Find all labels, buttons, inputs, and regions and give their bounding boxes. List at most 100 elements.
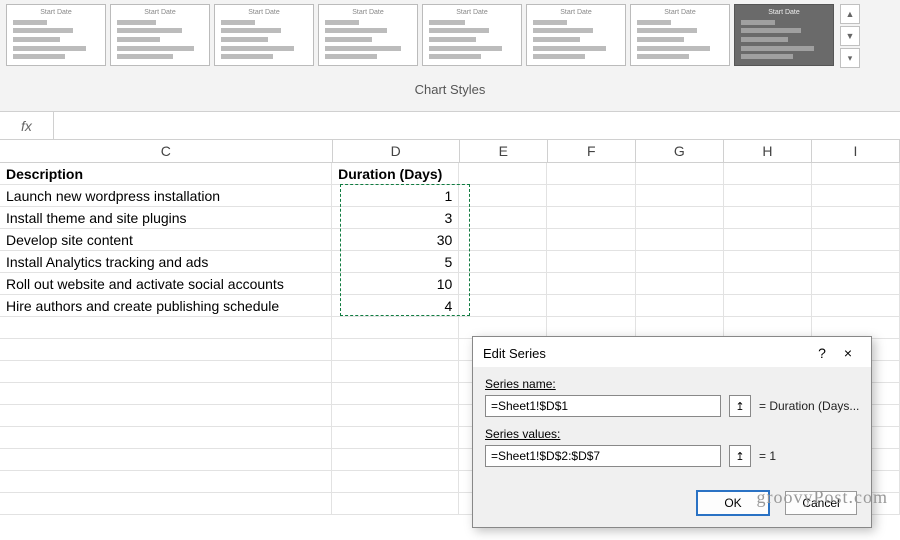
cell[interactable] — [0, 449, 332, 471]
collapse-dialog-icon[interactable]: ↥ — [729, 445, 751, 467]
thumb-title: Start Date — [221, 9, 307, 16]
col-header[interactable]: F — [548, 140, 636, 162]
cell[interactable] — [547, 163, 635, 185]
cell[interactable] — [812, 185, 900, 207]
chart-style-thumb[interactable]: Start Date — [422, 4, 522, 66]
cell[interactable] — [547, 207, 635, 229]
cell[interactable] — [459, 295, 547, 317]
cell[interactable] — [0, 317, 332, 339]
cell[interactable] — [0, 339, 332, 361]
cell[interactable] — [547, 295, 635, 317]
cell[interactable] — [0, 383, 332, 405]
series-name-preview: = Duration (Days... — [759, 399, 859, 413]
chart-style-thumb[interactable]: Start Date — [630, 4, 730, 66]
cell[interactable] — [459, 229, 547, 251]
col-header[interactable]: E — [460, 140, 548, 162]
cell[interactable] — [332, 317, 459, 339]
cell[interactable] — [724, 273, 812, 295]
cell[interactable] — [724, 163, 812, 185]
help-icon[interactable]: ? — [809, 345, 835, 361]
chart-style-thumb[interactable]: Start Date — [214, 4, 314, 66]
cell[interactable] — [332, 361, 459, 383]
chart-style-thumb[interactable]: Start Date — [6, 4, 106, 66]
col-header[interactable]: C — [0, 140, 333, 162]
cell[interactable] — [459, 185, 547, 207]
cell[interactable] — [636, 229, 724, 251]
scroll-more-icon[interactable]: ▾ — [840, 48, 860, 68]
collapse-dialog-icon[interactable]: ↥ — [729, 395, 751, 417]
cell[interactable] — [0, 361, 332, 383]
cancel-button[interactable]: Cancel — [785, 491, 857, 515]
cell[interactable] — [459, 273, 547, 295]
cell[interactable] — [812, 207, 900, 229]
cell[interactable] — [636, 163, 724, 185]
cell[interactable] — [724, 229, 812, 251]
header-cell[interactable]: Duration (Days) — [332, 163, 459, 185]
cell[interactable] — [332, 405, 459, 427]
cell[interactable] — [332, 449, 459, 471]
scroll-up-icon[interactable]: ▲ — [840, 4, 860, 24]
cell[interactable]: 3 — [332, 207, 459, 229]
scroll-down-icon[interactable]: ▼ — [840, 26, 860, 46]
cell[interactable] — [812, 251, 900, 273]
cell[interactable] — [724, 207, 812, 229]
cell[interactable]: 5 — [332, 251, 459, 273]
cell[interactable] — [547, 273, 635, 295]
cell[interactable] — [459, 207, 547, 229]
col-header[interactable]: H — [724, 140, 812, 162]
thumb-title: Start Date — [637, 9, 723, 16]
cell[interactable] — [547, 229, 635, 251]
thumb-title: Start Date — [429, 9, 515, 16]
col-header[interactable]: G — [636, 140, 724, 162]
cell[interactable] — [332, 339, 459, 361]
cell[interactable] — [332, 427, 459, 449]
cell[interactable] — [459, 251, 547, 273]
col-header[interactable]: I — [812, 140, 900, 162]
chart-style-thumb[interactable]: Start Date — [318, 4, 418, 66]
cell[interactable] — [636, 251, 724, 273]
cell[interactable] — [0, 493, 332, 515]
cell[interactable] — [636, 207, 724, 229]
cell[interactable]: 10 — [332, 273, 459, 295]
cell[interactable]: 30 — [332, 229, 459, 251]
series-values-input[interactable] — [485, 445, 721, 467]
cell[interactable]: Install theme and site plugins — [0, 207, 332, 229]
cell[interactable]: 4 — [332, 295, 459, 317]
cell[interactable] — [0, 405, 332, 427]
cell[interactable] — [332, 471, 459, 493]
cell[interactable] — [812, 229, 900, 251]
cell[interactable] — [636, 185, 724, 207]
col-header[interactable]: D — [333, 140, 460, 162]
close-icon[interactable]: × — [835, 345, 861, 361]
cell[interactable]: Launch new wordpress installation — [0, 185, 332, 207]
cell[interactable] — [636, 273, 724, 295]
formula-input[interactable] — [54, 112, 900, 139]
header-cell[interactable]: Description — [0, 163, 332, 185]
cell[interactable]: Install Analytics tracking and ads — [0, 251, 332, 273]
chart-style-thumb[interactable]: Start Date — [734, 4, 834, 66]
ok-button[interactable]: OK — [697, 491, 769, 515]
cell[interactable] — [636, 295, 724, 317]
cell[interactable]: Roll out website and activate social acc… — [0, 273, 332, 295]
cell[interactable] — [547, 185, 635, 207]
fx-icon[interactable]: fx — [0, 112, 54, 139]
cell[interactable] — [724, 251, 812, 273]
cell[interactable] — [724, 295, 812, 317]
cell[interactable]: Develop site content — [0, 229, 332, 251]
chart-style-thumb[interactable]: Start Date — [526, 4, 626, 66]
cell[interactable]: 1 — [332, 185, 459, 207]
cell[interactable] — [812, 295, 900, 317]
cell[interactable] — [812, 163, 900, 185]
cell[interactable] — [0, 427, 332, 449]
dialog-title: Edit Series — [483, 346, 809, 361]
series-name-input[interactable] — [485, 395, 721, 417]
cell[interactable] — [332, 383, 459, 405]
chart-style-thumb[interactable]: Start Date — [110, 4, 210, 66]
cell[interactable] — [0, 471, 332, 493]
cell[interactable] — [724, 185, 812, 207]
cell[interactable] — [812, 273, 900, 295]
cell[interactable] — [547, 251, 635, 273]
cell[interactable]: Hire authors and create publishing sched… — [0, 295, 332, 317]
cell[interactable] — [459, 163, 547, 185]
cell[interactable] — [332, 493, 459, 515]
